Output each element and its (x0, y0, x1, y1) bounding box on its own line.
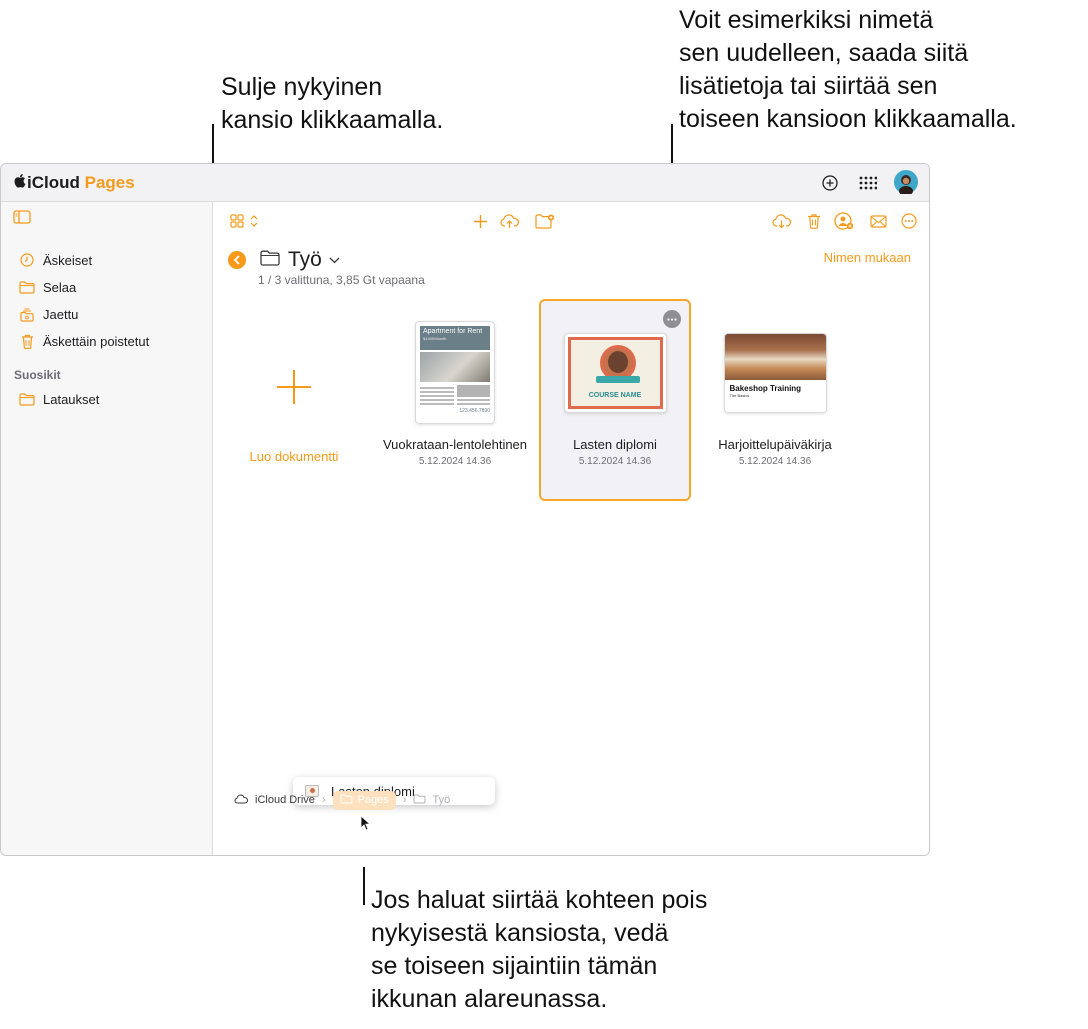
chevron-right-icon: › (402, 794, 407, 806)
plus-icon (234, 352, 354, 422)
clock-icon (19, 252, 35, 268)
breadcrumb-current-folder[interactable]: Työ (413, 794, 450, 807)
breadcrumb: iCloud Drive › Pages › Työ (234, 789, 450, 811)
new-document-icon[interactable] (469, 210, 491, 232)
document-name: Vuokrataan-lentolehtinen (382, 437, 528, 452)
folder-header: Työ (228, 246, 340, 274)
more-options-badge[interactable] (663, 310, 681, 328)
close-folder-button[interactable] (228, 251, 246, 269)
sidebar-item-recents[interactable]: Äskeiset (19, 250, 92, 270)
sidebar: Äskeiset Selaa Jaettu Äskettäin poistetu… (1, 202, 213, 855)
folder-icon (19, 279, 35, 295)
top-bar: iCloud Pages (1, 164, 929, 202)
sidebar-item-browse[interactable]: Selaa (19, 277, 76, 297)
shared-folder-icon (19, 306, 35, 322)
cloud-icon (234, 793, 249, 807)
cursor-icon (360, 815, 372, 836)
brand-pages: Pages (84, 173, 135, 192)
document-thumbnail: COURSE NAME (563, 333, 667, 413)
document-date: 5.12.2024 14.36 (418, 456, 492, 467)
sidebar-item-label: Äskettäin poistetut (43, 333, 150, 349)
document-date: 5.12.2024 14.36 (578, 456, 652, 467)
document-name: Harjoittelupäiväkirja (718, 437, 832, 452)
folder-icon (413, 794, 426, 807)
document-thumbnail: Bakeshop Training The Basics (723, 333, 827, 413)
sidebar-toggle-icon[interactable] (13, 210, 31, 229)
sidebar-item-label: Selaa (43, 279, 77, 295)
more-options-icon[interactable] (898, 210, 920, 232)
pages-window: iCloud Pages Äskeiset Selaa Jaettu Äsket… (0, 163, 930, 856)
sort-button[interactable]: Nimen mukaan (824, 250, 911, 265)
thumb-title: COURSE NAME (588, 392, 642, 399)
add-circle-icon[interactable] (819, 172, 841, 194)
thumb-subtitle: The Basics (729, 393, 750, 398)
mail-icon[interactable] (867, 210, 889, 232)
trash-icon (19, 333, 35, 349)
collaborate-icon[interactable] (833, 210, 855, 232)
view-toggle-icon[interactable] (229, 210, 261, 232)
callout-drag-move: Jos haluat siirtää kohteen pois nykyises… (371, 886, 708, 1013)
chevron-right-icon: › (321, 794, 326, 806)
create-document-label: Luo dokumentti (249, 449, 339, 464)
sidebar-item-label: Lataukset (43, 391, 100, 407)
callout-more-options: Voit esimerkiksi nimetä sen uudelleen, s… (679, 6, 1017, 133)
app-grid-icon[interactable] (857, 172, 879, 194)
thumb-title: Bakeshop Training (729, 384, 802, 393)
sidebar-item-label: Äskeiset (43, 252, 93, 268)
thumb-phone: 123.456.7890 (459, 408, 490, 414)
document-card-diploma[interactable]: COURSE NAME Lasten diplomi 5.12.2024 14.… (539, 333, 691, 467)
delete-icon[interactable] (803, 210, 825, 232)
folder-icon (260, 250, 280, 271)
breadcrumb-label: iCloud Drive (255, 794, 315, 806)
folder-icon (340, 794, 353, 807)
thumb-subtitle: $1400/Month (423, 336, 447, 341)
document-card-flyer[interactable]: Apartment for Rent $1400/Month 123.456.7… (374, 321, 536, 467)
document-name: Lasten diplomi (573, 437, 657, 452)
upload-icon[interactable] (499, 210, 521, 232)
folder-icon (19, 391, 35, 407)
main-content: Työ 1 / 3 valittuna, 3,85 Gt vapaana Nim… (214, 202, 929, 855)
breadcrumb-label: Työ (432, 794, 451, 806)
document-card-training[interactable]: Bakeshop Training The Basics Harjoittelu… (700, 333, 850, 467)
document-date: 5.12.2024 14.36 (738, 456, 812, 467)
sidebar-item-recently-deleted[interactable]: Äskettäin poistetut (19, 331, 149, 351)
create-document-card[interactable]: Luo dokumentti (234, 352, 354, 464)
callout-drag-move-line (363, 867, 365, 905)
sidebar-item-downloads[interactable]: Lataukset (19, 389, 99, 409)
breadcrumb-pages-drop-target[interactable]: Pages (332, 790, 396, 810)
callout-close-folder: Sulje nykyinen kansio klikkaamalla. (221, 73, 444, 134)
folder-title[interactable]: Työ (288, 248, 322, 272)
app-brand[interactable]: iCloud Pages (13, 173, 135, 193)
avatar[interactable] (894, 170, 918, 194)
new-folder-icon[interactable] (534, 210, 556, 232)
document-thumbnail: Apartment for Rent $1400/Month 123.456.7… (415, 321, 495, 424)
download-icon[interactable] (771, 210, 793, 232)
folder-status: 1 / 3 valittuna, 3,85 Gt vapaana (258, 273, 425, 287)
sidebar-item-shared[interactable]: Jaettu (19, 304, 78, 324)
favorites-header: Suosikit (14, 368, 61, 382)
thumb-title: Apartment for Rent (423, 328, 483, 335)
apple-logo-icon (13, 173, 26, 193)
sidebar-item-label: Jaettu (43, 306, 79, 322)
breadcrumb-label: Pages (357, 794, 389, 806)
chevron-down-icon[interactable] (329, 251, 340, 269)
brand-icloud: iCloud (27, 173, 80, 192)
breadcrumb-icloud-drive[interactable]: iCloud Drive (234, 793, 315, 807)
